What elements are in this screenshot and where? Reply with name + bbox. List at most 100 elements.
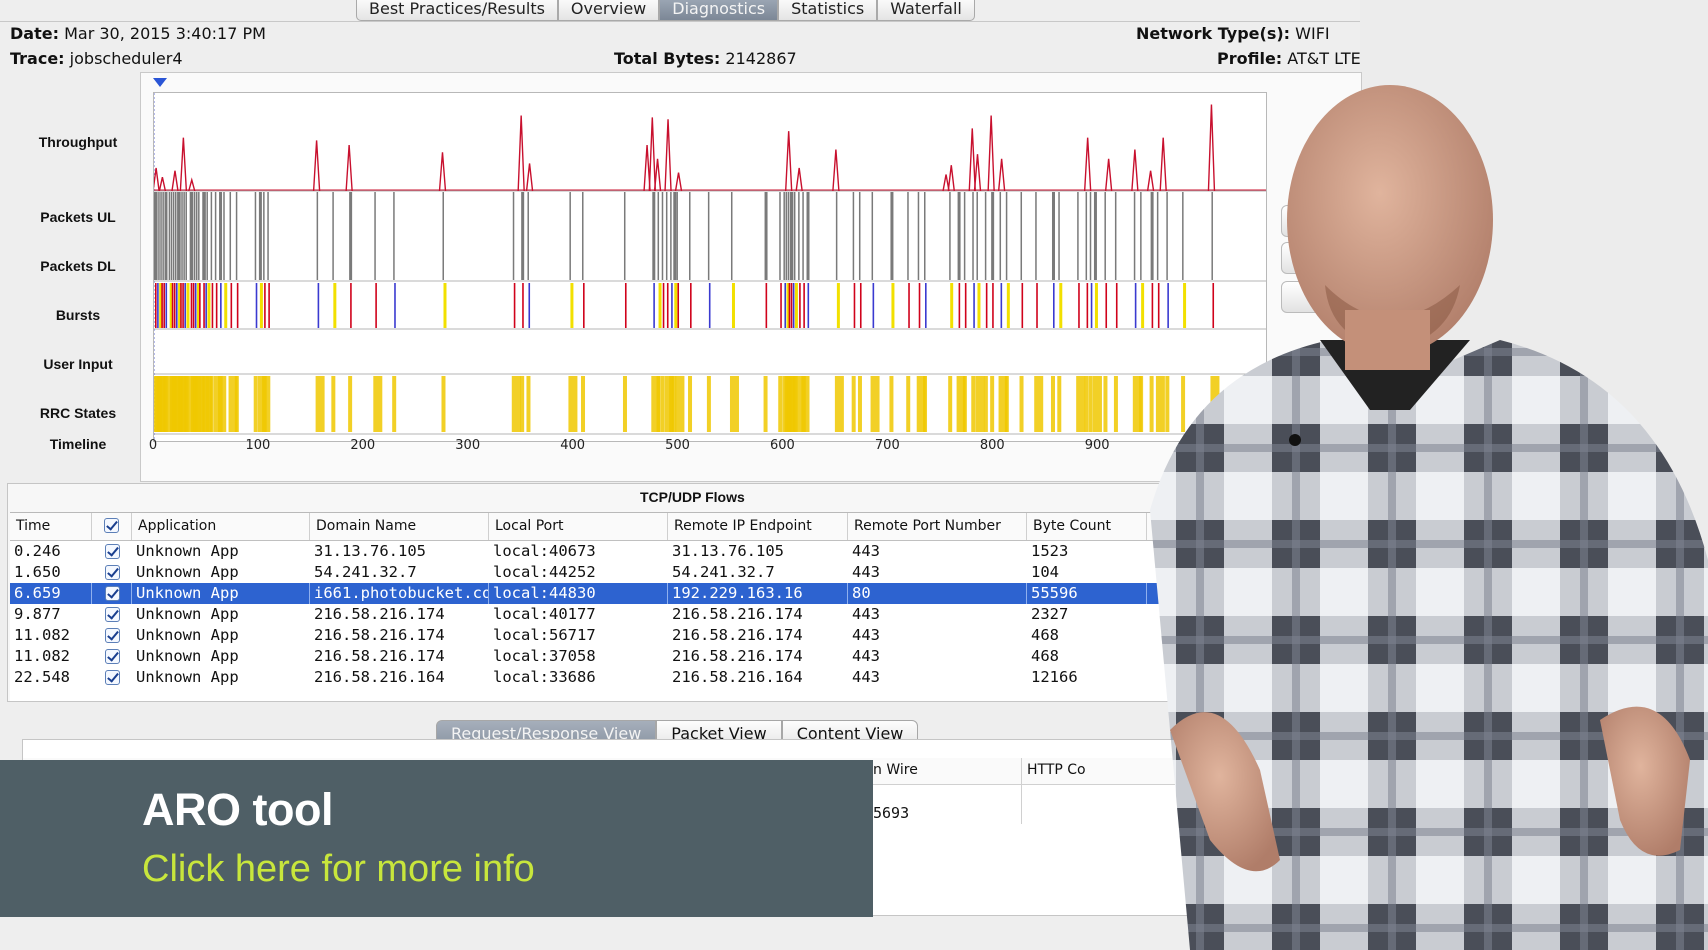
burst-mark: [264, 283, 266, 328]
packet-mark: [174, 192, 177, 280]
packet-mark: [183, 192, 185, 280]
packet-mark: [158, 192, 160, 280]
flow-checkbox[interactable]: [105, 649, 120, 664]
timeline-tick-label: 800: [979, 438, 1005, 453]
flow-cell-checkbox[interactable]: [92, 604, 132, 625]
rrc-state-mark: [218, 376, 223, 432]
flow-cell-remote-ip: 216.58.216.174: [672, 647, 803, 665]
flow-cell-local: local:44252: [493, 563, 596, 581]
packet-mark: [976, 192, 978, 280]
tab-waterfall[interactable]: Waterfall: [877, 0, 975, 21]
packet-mark: [858, 192, 861, 280]
flow-cell-checkbox[interactable]: [92, 646, 132, 667]
packet-mark: [1051, 192, 1055, 280]
burst-mark: [173, 283, 176, 328]
burst-mark: [443, 283, 447, 328]
burst-mark: [624, 283, 627, 328]
rrc-state-mark: [622, 376, 627, 432]
flow-cell-checkbox[interactable]: [92, 541, 132, 562]
throughput-spike: [438, 152, 447, 192]
tab-overview[interactable]: Overview: [557, 0, 660, 21]
burst-mark: [570, 283, 574, 328]
tab-diagnostics[interactable]: Diagnostics: [659, 0, 779, 21]
col-domain-name[interactable]: Domain Name: [310, 513, 489, 540]
burst-mark: [977, 283, 981, 328]
timeline-tick-label: 0: [148, 438, 158, 453]
burst-mark: [268, 283, 270, 328]
flow-cell-checkbox[interactable]: [92, 667, 132, 688]
packet-mark: [689, 192, 691, 280]
burst-mark: [513, 283, 516, 328]
burst-mark: [662, 283, 665, 328]
flow-cell-checkbox[interactable]: [92, 583, 132, 604]
overlay-more-info-link[interactable]: Click here for more info: [142, 848, 535, 891]
packet-mark: [198, 192, 200, 280]
burst-mark: [175, 283, 178, 328]
burst-mark: [528, 283, 531, 328]
packet-mark: [160, 192, 162, 280]
timeline-position-marker[interactable]: [153, 78, 167, 87]
packet-mark: [798, 192, 800, 280]
burst-mark: [708, 283, 711, 328]
throughput-spike: [997, 158, 1006, 192]
burst-mark: [394, 283, 396, 328]
burst-mark: [1006, 283, 1010, 328]
packet-mark: [229, 192, 232, 280]
total-bytes-info: Total Bytes: 2142867: [614, 49, 797, 68]
burst-mark: [1000, 283, 1003, 328]
video-caption-overlay[interactable]: [0, 760, 873, 917]
flow-cell-remote-ip: 31.13.76.105: [672, 542, 784, 560]
packet-mark: [673, 192, 677, 280]
flow-checkbox[interactable]: [105, 586, 120, 601]
packet-mark: [349, 192, 353, 280]
flow-checkbox[interactable]: [105, 607, 120, 622]
tab-divider: [0, 21, 1360, 22]
burst-mark: [375, 283, 377, 328]
packet-mark: [170, 192, 173, 280]
col-wire-bytes[interactable]: n Wire: [873, 762, 918, 778]
col-select-all[interactable]: [92, 513, 132, 540]
throughput-spike: [653, 158, 662, 192]
flow-cell-checkbox[interactable]: [92, 562, 132, 583]
rrc-state-mark: [205, 376, 210, 432]
burst-mark: [205, 283, 207, 328]
packet-mark: [806, 192, 810, 280]
throughput-spike: [188, 177, 196, 192]
timeline-tick-label: 200: [350, 438, 376, 453]
col-remote-ip[interactable]: Remote IP Endpoint: [668, 513, 848, 540]
row-label-user-input: User Input: [43, 356, 113, 372]
trace-value: jobscheduler4: [69, 49, 183, 68]
col-remote-port[interactable]: Remote Port Number: [848, 513, 1027, 540]
total-bytes-value: 2142867: [725, 49, 797, 68]
packet-mark: [791, 192, 794, 280]
flow-cell-local: local:33686: [493, 668, 596, 686]
flow-checkbox[interactable]: [105, 544, 120, 559]
flow-checkbox[interactable]: [105, 670, 120, 685]
burst-mark: [211, 283, 214, 328]
select-all-checkbox[interactable]: [104, 518, 119, 533]
throughput-spike: [179, 137, 188, 192]
col-application[interactable]: Application: [132, 513, 310, 540]
flow-checkbox[interactable]: [105, 628, 120, 643]
rrc-state-mark: [889, 376, 894, 432]
packet-mark: [210, 192, 213, 280]
col-http-code[interactable]: HTTP Co: [1027, 762, 1086, 778]
burst-mark: [671, 283, 673, 328]
rrc-state-mark: [923, 376, 928, 432]
burst-mark: [674, 283, 678, 328]
rrc-state-mark: [234, 376, 239, 432]
packet-mark: [670, 192, 672, 280]
rrc-state-mark: [1050, 376, 1055, 432]
packet-mark: [1058, 192, 1060, 280]
tab-best-practices[interactable]: Best Practices/Results: [356, 0, 558, 21]
flow-cell-checkbox[interactable]: [92, 625, 132, 646]
flow-checkbox[interactable]: [105, 565, 120, 580]
packet-mark: [569, 192, 571, 280]
tab-statistics[interactable]: Statistics: [778, 0, 878, 21]
flow-cell-remote-port: 443: [852, 668, 880, 686]
date-info: Date: Mar 30, 2015 3:40:17 PM: [10, 24, 266, 43]
col-time[interactable]: Time: [10, 513, 92, 540]
burst-mark: [872, 283, 875, 328]
col-local-port[interactable]: Local Port: [489, 513, 668, 540]
burst-mark: [1052, 283, 1055, 328]
